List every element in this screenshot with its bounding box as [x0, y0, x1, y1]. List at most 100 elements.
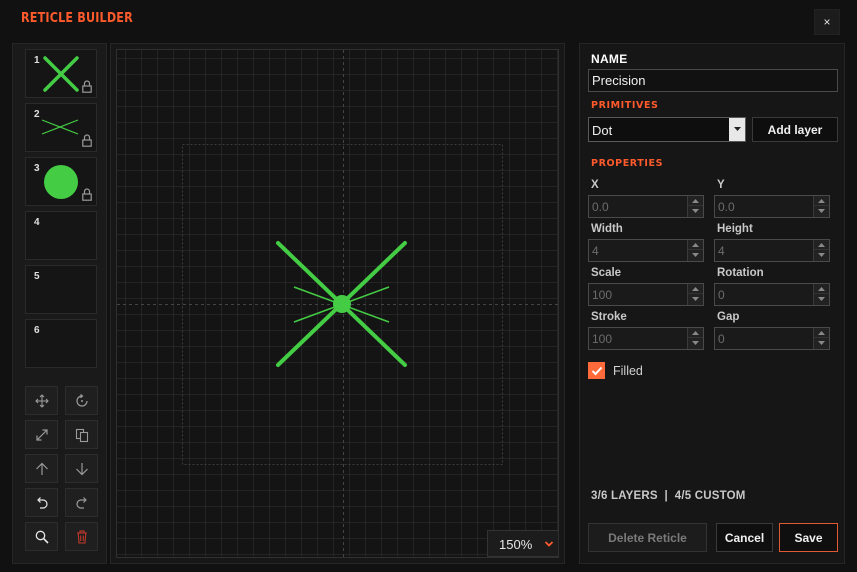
layer-number: 3	[34, 163, 40, 174]
decrement-button[interactable]	[814, 294, 829, 304]
increment-button[interactable]	[688, 328, 703, 338]
x-label: X	[591, 179, 599, 191]
duplicate-icon	[75, 428, 88, 442]
layer-number: 6	[34, 325, 40, 336]
decrement-button[interactable]	[688, 294, 703, 304]
chevron-down-icon	[544, 541, 554, 547]
canvas-panel: 150%	[110, 43, 565, 564]
undo-icon	[36, 496, 48, 509]
primitive-select[interactable]: Dot	[588, 117, 746, 142]
move-up-tool-button[interactable]	[25, 454, 58, 483]
width-label: Width	[591, 223, 623, 235]
increment-button[interactable]	[814, 328, 829, 338]
gap-label: Gap	[717, 311, 740, 323]
reticle-dot	[333, 295, 351, 313]
layer-stats: 3/6 LAYERS | 4/5 CUSTOM	[591, 490, 746, 502]
layer-slot-3[interactable]: 3	[25, 157, 97, 206]
stroke-field	[588, 327, 704, 350]
lock-icon[interactable]	[82, 188, 92, 201]
layer-number: 4	[34, 217, 40, 228]
layer-slot-4[interactable]: 4	[25, 211, 97, 260]
decrement-button[interactable]	[688, 206, 703, 216]
increment-button[interactable]	[814, 196, 829, 206]
height-field	[714, 239, 830, 262]
filled-label: Filled	[613, 364, 643, 378]
increment-button[interactable]	[814, 284, 829, 294]
reticle-canvas[interactable]: 150%	[116, 49, 559, 558]
gap-field	[714, 327, 830, 350]
decrement-button[interactable]	[814, 206, 829, 216]
trash-icon	[76, 529, 87, 544]
scale-input[interactable]	[589, 284, 686, 305]
undo-tool-button[interactable]	[25, 488, 58, 517]
editor-panel: NAME PRIMITIVES Dot Add layer PROPERTIES…	[579, 43, 845, 564]
title-bar: RETICLE BUILDER ×	[0, 0, 857, 40]
rotate-icon	[75, 393, 88, 407]
height-label: Height	[717, 223, 753, 235]
increment-button[interactable]	[688, 284, 703, 294]
dropdown-arrow-icon	[729, 118, 745, 141]
layer-slot-6[interactable]: 6	[25, 319, 97, 368]
increment-button[interactable]	[814, 240, 829, 250]
redo-tool-button[interactable]	[65, 488, 98, 517]
zoom-value: 150%	[499, 537, 533, 552]
decrement-button[interactable]	[688, 250, 703, 260]
x-field	[588, 195, 704, 218]
layer-panel: 1 2 3 4 5 6	[12, 43, 107, 564]
delete-reticle-button[interactable]: Delete Reticle	[588, 523, 707, 552]
canvas-overlay	[117, 50, 558, 557]
rotation-input[interactable]	[715, 284, 812, 305]
layer-slot-5[interactable]: 5	[25, 265, 97, 314]
height-input[interactable]	[715, 240, 812, 261]
layer-slot-2[interactable]: 2	[25, 103, 97, 152]
save-button[interactable]: Save	[779, 523, 838, 552]
width-input[interactable]	[589, 240, 686, 261]
width-field	[588, 239, 704, 262]
layer-number: 2	[34, 109, 40, 120]
lock-icon[interactable]	[82, 134, 92, 147]
zoom-tool-button[interactable]	[25, 522, 58, 551]
x-input[interactable]	[589, 196, 686, 217]
name-input[interactable]	[588, 69, 838, 92]
search-icon	[35, 530, 49, 544]
redo-icon	[75, 496, 87, 509]
y-label: Y	[717, 179, 725, 191]
rotation-label: Rotation	[717, 267, 764, 279]
layer-number: 1	[34, 55, 40, 66]
delete-tool-button[interactable]	[65, 522, 98, 551]
app-title: RETICLE BUILDER	[21, 11, 133, 26]
name-label: NAME	[591, 52, 628, 66]
y-input[interactable]	[715, 196, 812, 217]
rotate-tool-button[interactable]	[65, 386, 98, 415]
primitive-value: Dot	[592, 123, 613, 138]
add-layer-button[interactable]: Add layer	[752, 117, 838, 142]
properties-label: PROPERTIES	[591, 158, 664, 169]
arrow-up-icon	[35, 462, 48, 475]
decrement-button[interactable]	[688, 338, 703, 348]
cancel-button[interactable]: Cancel	[716, 523, 773, 552]
checkmark-icon	[591, 366, 602, 375]
move-down-tool-button[interactable]	[65, 454, 98, 483]
decrement-button[interactable]	[814, 338, 829, 348]
layer-number: 5	[34, 271, 40, 282]
move-tool-button[interactable]	[25, 386, 58, 415]
stroke-label: Stroke	[591, 311, 627, 323]
rotation-field	[714, 283, 830, 306]
filled-checkbox[interactable]	[588, 362, 605, 379]
stroke-input[interactable]	[589, 328, 686, 349]
duplicate-tool-button[interactable]	[65, 420, 98, 449]
scale-label: Scale	[591, 267, 622, 279]
increment-button[interactable]	[688, 196, 703, 206]
gap-input[interactable]	[715, 328, 812, 349]
increment-button[interactable]	[688, 240, 703, 250]
layer-slot-1[interactable]: 1	[25, 49, 97, 98]
lock-icon[interactable]	[82, 80, 92, 93]
resize-icon	[35, 428, 48, 441]
zoom-select[interactable]: 150%	[487, 530, 558, 557]
close-button[interactable]: ×	[814, 9, 840, 35]
decrement-button[interactable]	[814, 250, 829, 260]
arrow-down-icon	[75, 462, 88, 475]
resize-tool-button[interactable]	[25, 420, 58, 449]
y-field	[714, 195, 830, 218]
move-icon	[34, 393, 49, 408]
